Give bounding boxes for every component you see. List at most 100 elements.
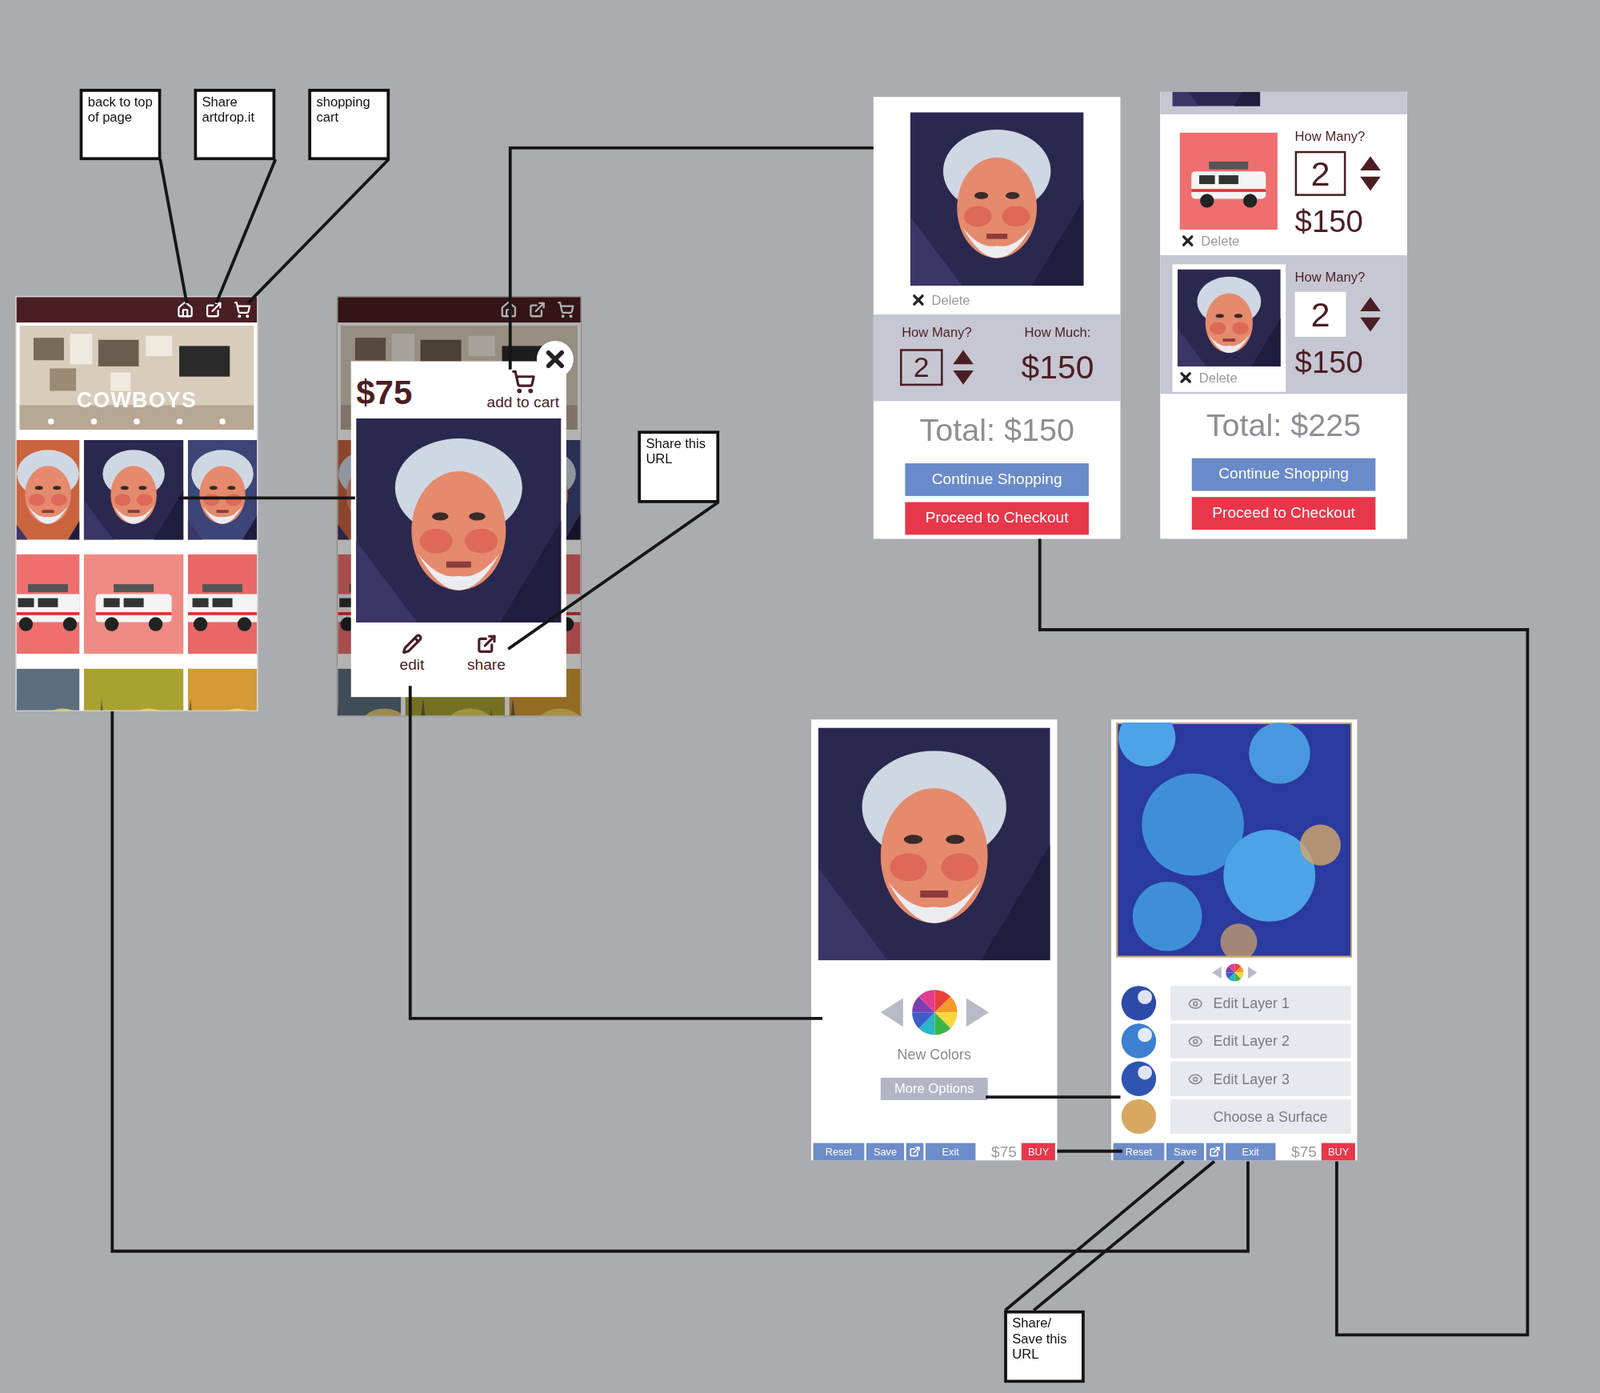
home-icon[interactable] (176, 300, 195, 319)
connector-line (985, 1095, 1120, 1099)
portrait-image[interactable] (910, 112, 1084, 286)
portrait-image[interactable] (84, 440, 184, 540)
delete-icon[interactable] (910, 292, 927, 308)
cart-icon[interactable] (510, 369, 536, 395)
pattern-image[interactable] (1116, 722, 1352, 957)
qty-field[interactable]: 2 (1295, 150, 1347, 196)
share-icon[interactable] (204, 300, 223, 319)
buy-button[interactable]: BUY (1021, 1143, 1056, 1161)
delete-button[interactable]: Delete (1177, 369, 1238, 386)
art-tile[interactable] (188, 554, 258, 655)
layer-thumbnail[interactable] (1120, 984, 1158, 1022)
color-wheel-icon[interactable] (1224, 963, 1244, 982)
art-tile[interactable] (84, 668, 184, 710)
up-arrow-icon[interactable] (1360, 156, 1381, 171)
up-arrow-icon[interactable] (1360, 296, 1381, 312)
pencil-icon[interactable] (401, 633, 423, 655)
art-tile[interactable] (16, 668, 80, 710)
toolbar-button[interactable]: Reset (1113, 1143, 1165, 1161)
share-button[interactable]: share (467, 633, 506, 672)
detail-screen: $75add to carteditshare (336, 296, 582, 717)
connector-line (248, 159, 389, 304)
eye-icon[interactable] (1188, 1071, 1204, 1087)
carousel-dot[interactable] (133, 418, 140, 425)
next-arrow-icon[interactable] (965, 997, 988, 1027)
qty-field[interactable]: 2 (900, 348, 944, 386)
hero-banner[interactable]: COWBOYS (19, 325, 254, 430)
close-button[interactable] (536, 340, 574, 378)
portrait-image[interactable] (16, 440, 80, 540)
portrait-image[interactable] (1177, 269, 1281, 367)
eye-icon[interactable] (1188, 995, 1204, 1011)
layer-row[interactable]: Edit Layer 3 (1111, 1061, 1357, 1096)
toolbar-button[interactable]: Exit (1225, 1143, 1276, 1161)
landscape-image[interactable] (16, 668, 80, 710)
portrait-image[interactable] (1172, 92, 1261, 107)
carousel-dot[interactable] (176, 418, 184, 425)
tile-row (16, 668, 257, 710)
car-image[interactable] (188, 554, 258, 655)
checkout-button[interactable]: Proceed to Checkout (1192, 496, 1376, 530)
art-tile[interactable] (84, 554, 184, 655)
prev-arrow-icon[interactable] (1212, 966, 1221, 979)
delete-icon[interactable] (1177, 369, 1194, 386)
share-icon[interactable] (1208, 1145, 1220, 1157)
continue-button[interactable]: Continue Shopping (1192, 457, 1376, 491)
share-icon[interactable] (476, 633, 497, 655)
up-arrow-icon[interactable] (952, 349, 974, 364)
share-icon[interactable] (908, 1145, 920, 1157)
portrait-image[interactable] (188, 440, 258, 540)
landscape-image[interactable] (188, 668, 258, 710)
down-arrow-icon[interactable] (1360, 316, 1381, 332)
toolbar-button[interactable]: Exit (925, 1143, 976, 1161)
layer-thumbnail[interactable] (1120, 1022, 1158, 1060)
art-tile[interactable] (188, 668, 258, 710)
edit-button[interactable]: edit (400, 633, 425, 672)
more-options-button[interactable]: More Options (880, 1077, 988, 1100)
qty-stepper[interactable] (1360, 156, 1381, 191)
share-button[interactable] (1206, 1143, 1224, 1161)
share-button[interactable] (906, 1143, 924, 1161)
portrait-image[interactable] (356, 418, 561, 623)
toolbar-button[interactable]: Reset (813, 1143, 865, 1161)
layer-row[interactable]: Edit Layer 2 (1111, 1023, 1357, 1058)
buy-button[interactable]: BUY (1321, 1143, 1356, 1161)
art-tile[interactable] (188, 440, 258, 540)
delete-icon[interactable] (1179, 232, 1196, 249)
connector-line (1040, 538, 1528, 1335)
art-tile[interactable] (84, 440, 184, 540)
carousel-dot[interactable] (48, 418, 55, 425)
prev-arrow-icon[interactable] (880, 997, 903, 1027)
layer-thumbnail[interactable] (1120, 1097, 1158, 1135)
layer-row[interactable]: Choose a Surface (1111, 1099, 1357, 1134)
art-tile[interactable] (16, 554, 80, 655)
car-image[interactable] (84, 554, 184, 655)
layer-row[interactable]: Edit Layer 1 (1111, 985, 1357, 1020)
cart-icon[interactable] (233, 300, 252, 319)
qty-stepper[interactable] (1360, 296, 1381, 332)
portrait-image[interactable] (818, 727, 1051, 960)
carousel-dot[interactable] (91, 418, 98, 425)
qty-field[interactable]: 2 (1295, 291, 1347, 336)
layer-thumbnail[interactable] (1120, 1060, 1158, 1097)
eye-icon[interactable] (1188, 1032, 1204, 1048)
close-icon[interactable] (541, 345, 568, 372)
carousel-dot[interactable] (219, 418, 226, 425)
delete-button[interactable]: Delete (910, 292, 971, 308)
delete-button[interactable]: Delete (1179, 232, 1240, 249)
continue-button[interactable]: Continue Shopping (904, 462, 1089, 496)
down-arrow-icon[interactable] (1360, 176, 1381, 191)
layer-label: Edit Layer 2 (1213, 1030, 1290, 1052)
color-wheel-icon[interactable] (910, 988, 958, 1036)
colors-label: New Colors (811, 1044, 1057, 1066)
car-image[interactable] (16, 554, 80, 655)
toolbar-button[interactable]: Save (1166, 1143, 1204, 1161)
toolbar-button[interactable]: Save (866, 1143, 904, 1161)
art-tile[interactable] (16, 440, 80, 540)
landscape-image[interactable] (84, 668, 184, 710)
down-arrow-icon[interactable] (952, 369, 974, 384)
qty-stepper[interactable] (952, 349, 974, 384)
car-image[interactable] (1179, 132, 1277, 230)
checkout-button[interactable]: Proceed to Checkout (904, 501, 1089, 535)
next-arrow-icon[interactable] (1247, 966, 1256, 979)
